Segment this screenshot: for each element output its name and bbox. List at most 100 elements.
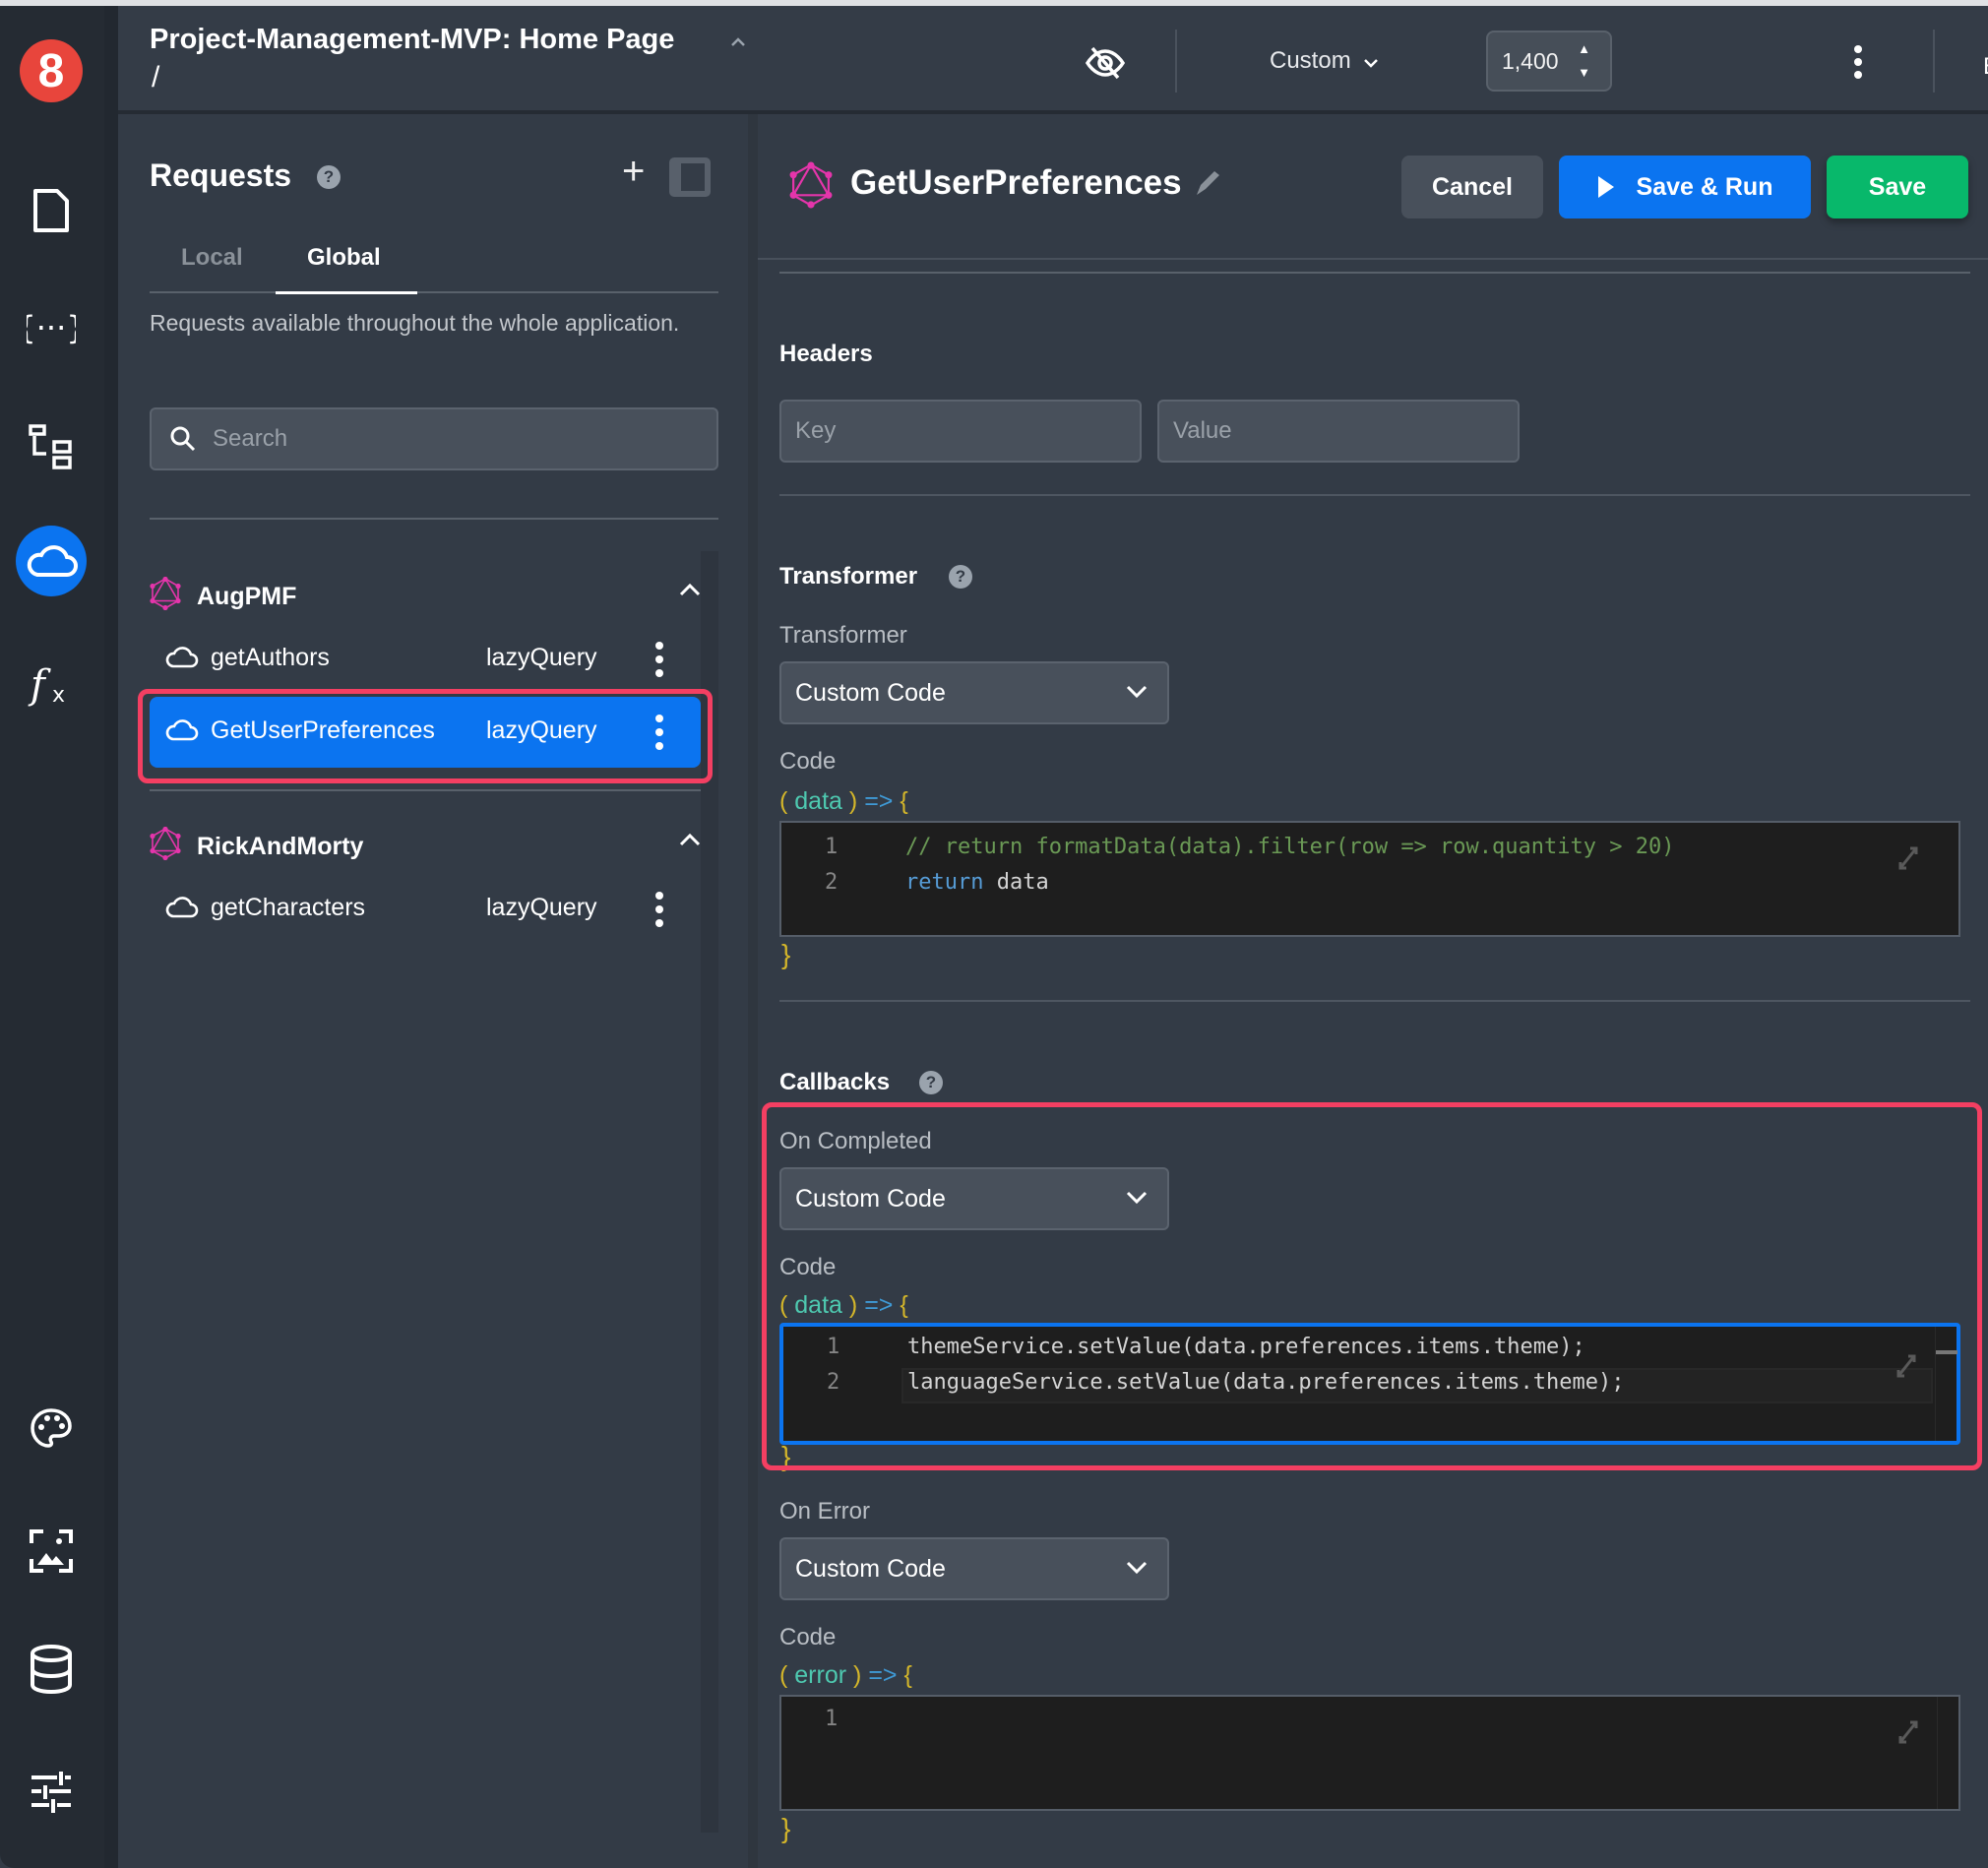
kebab-dot [655,669,663,677]
request-group-rickandmorty[interactable]: RickAndMorty [150,823,701,872]
active-tab-indicator [276,291,417,294]
closing-brace: } [781,939,791,969]
cloud-icon [165,719,199,741]
transformer-label: Transformer [779,622,907,649]
request-options-button[interactable] [650,638,669,681]
header-truncated-text: E [1983,53,1988,81]
request-item[interactable]: getCharacters lazyQuery [150,874,701,945]
help-icon[interactable]: ? [949,565,972,589]
graphql-icon [150,827,181,860]
rail-settings-button[interactable] [18,1758,85,1825]
rail-assets-button[interactable] [18,1518,85,1585]
kebab-dot [1854,45,1862,53]
request-group-augpmf[interactable]: AugPMF [150,573,701,622]
svg-text:x: x [52,683,65,708]
panel-toggle-button[interactable] [669,157,711,197]
on-error-select[interactable]: Custom Code [779,1537,1169,1600]
tab-local[interactable]: Local [181,244,243,272]
kebab-dot [655,655,663,663]
request-options-button[interactable] [650,711,669,754]
palette-icon [31,1408,72,1448]
rail-data-button[interactable] [18,1636,85,1703]
page-path: / [152,61,160,93]
code-label: Code [779,748,837,775]
app-logo[interactable]: 8 [20,39,83,102]
decrement-arrow-icon[interactable]: ▼ [1578,65,1590,80]
kebab-dot [655,919,663,927]
request-item[interactable]: getAuthors lazyQuery [150,624,701,695]
header-divider [1933,30,1935,93]
request-editor: GetUserPreferences Cancel Save & Run Sav… [758,114,1988,1868]
device-size-dropdown[interactable]: Custom [1270,47,1379,75]
svg-text:f: f [28,662,51,708]
kebab-dot [655,642,663,650]
request-type: lazyQuery [486,644,597,671]
request-type: lazyQuery [486,716,597,744]
title-collapse-chevron-icon[interactable] [730,28,746,53]
on-completed-select[interactable]: Custom Code [779,1167,1169,1230]
help-icon[interactable]: ? [919,1071,943,1094]
more-options-button[interactable] [1852,45,1866,81]
search-input[interactable] [213,421,685,457]
increment-arrow-icon[interactable]: ▲ [1578,41,1590,56]
header-key-input[interactable] [795,413,1120,449]
chevron-down-icon [1364,59,1379,68]
divider [150,518,718,520]
editor-scrollbar[interactable] [1935,1327,1957,1441]
panel-icon [681,163,705,191]
component-tree-icon [29,424,72,469]
svg-text:{···}: {···} [27,309,76,346]
transformer-select[interactable]: Custom Code [779,661,1169,724]
cancel-button[interactable]: Cancel [1401,156,1543,218]
kebab-dot [655,905,663,913]
panel-resize-handle[interactable] [748,114,758,1868]
transformer-code-editor[interactable]: 1 // return formatData(data).filter(row … [779,821,1960,937]
kebab-dot [655,742,663,750]
header-key-field [779,400,1142,463]
search-icon [170,426,196,452]
chevron-up-icon[interactable] [679,833,701,846]
code-label: Code [779,1254,837,1280]
on-error-label: On Error [779,1498,871,1525]
requests-description: Requests available throughout the whole … [150,310,680,336]
graphql-icon [789,161,833,209]
expand-editor-icon[interactable] [1897,1720,1919,1744]
request-type: lazyQuery [486,894,597,921]
requests-scrollbar[interactable] [701,551,718,1833]
rail-functions-button[interactable]: fx [18,652,85,718]
expand-editor-icon[interactable] [1895,1354,1917,1378]
on-completed-code-editor[interactable]: 1 themeService.setValue(data.preferences… [779,1323,1960,1445]
canvas-width-stepper[interactable]: 1,400 ▲ ▼ [1486,31,1612,92]
add-request-button[interactable]: + [622,150,645,194]
request-options-button[interactable] [650,888,669,931]
help-icon[interactable]: ? [317,165,341,189]
chevron-up-icon[interactable] [679,583,701,596]
rail-theme-button[interactable] [18,1396,85,1463]
callbacks-title: Callbacks [779,1069,891,1095]
header-value-input[interactable] [1173,413,1498,449]
database-icon [31,1645,72,1695]
edit-name-pencil-icon[interactable] [1193,167,1222,199]
closing-brace: } [781,1813,791,1843]
icon-rail: 8 {···} fx [0,6,104,1868]
request-scope-tabs: Local Global [150,230,718,294]
tab-global[interactable]: Global [307,244,381,272]
request-item-selected[interactable]: GetUserPreferences lazyQuery [150,697,701,768]
rail-component-tree-button[interactable] [18,413,85,480]
chevron-down-icon [1126,1561,1148,1575]
eye-off-icon [1085,46,1126,80]
expand-editor-icon[interactable] [1897,846,1919,870]
rail-pages-button[interactable] [18,177,85,244]
rail-requests-button[interactable] [16,526,87,596]
kebab-dot [1854,58,1862,66]
save-button[interactable]: Save [1827,156,1968,218]
scroll-marker [1936,1350,1957,1354]
group-name: AugPMF [197,583,297,610]
editor-scrollbar[interactable] [1937,1697,1958,1809]
cloud-icon [165,647,199,668]
rail-variables-button[interactable]: {···} [18,295,85,362]
save-and-run-button[interactable]: Save & Run [1559,156,1811,218]
preview-toggle-button[interactable] [1085,45,1126,86]
image-icon [30,1529,73,1573]
on-error-code-editor[interactable]: 1 [779,1695,1960,1811]
